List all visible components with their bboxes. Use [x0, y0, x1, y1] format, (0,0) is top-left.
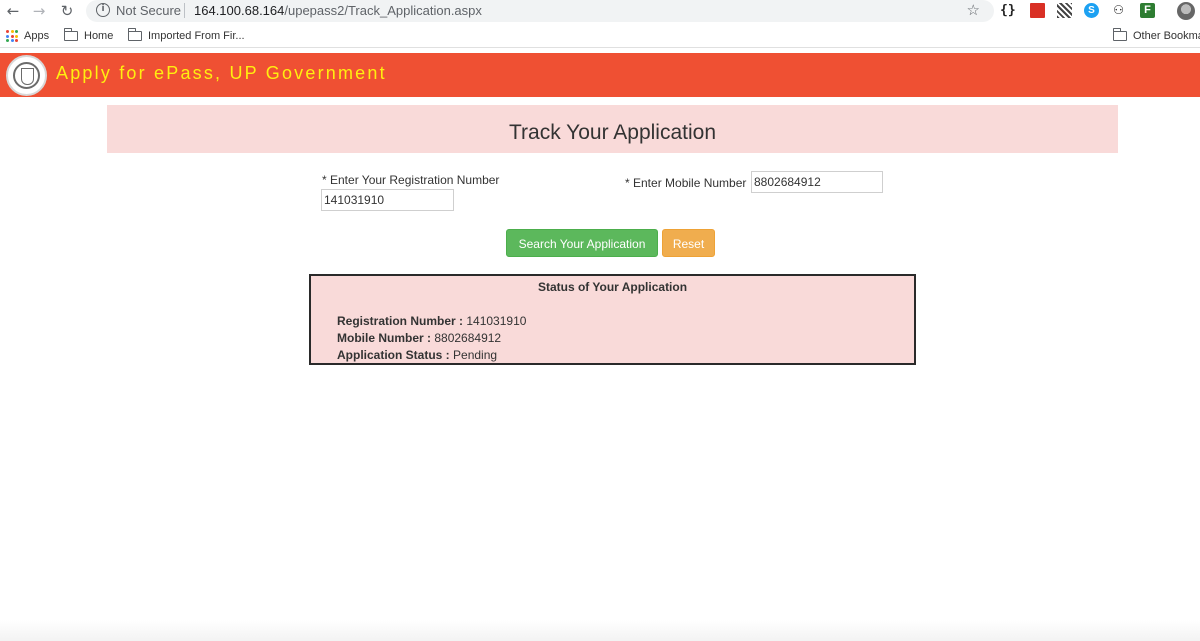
bookmark-apps-label: Apps [24, 30, 50, 42]
page-title-banner: Track Your Application [107, 105, 1118, 153]
qr-code-icon[interactable] [1057, 3, 1072, 18]
emblem-seal-icon [13, 62, 40, 89]
up-government-emblem-logo [6, 55, 47, 96]
bookmarks-bar: Apps Home Imported From Fir... Other Boo… [0, 26, 1200, 48]
address-divider [184, 3, 185, 18]
bookmark-other[interactable]: Other Bookmarks [1112, 28, 1200, 42]
mobile-number-label: * Enter Mobile Number [625, 176, 747, 190]
status-mobile-label: Mobile Number : [337, 331, 432, 345]
registration-number-input[interactable] [321, 189, 454, 211]
mobile-number-input[interactable] [751, 171, 883, 193]
page-bottom-edge [0, 620, 1200, 641]
registration-number-label: * Enter Your Registration Number [322, 173, 500, 187]
green-extension-icon[interactable]: F [1140, 3, 1155, 18]
apps-grid-dot [15, 34, 18, 38]
apps-grid-dot [10, 39, 14, 42]
info-icon[interactable]: i [96, 3, 110, 17]
bookmark-imported-label: Imported From Fir... [148, 30, 245, 42]
status-application-label: Application Status : [337, 348, 450, 362]
incognito-mask-icon[interactable]: ⚇ [1111, 3, 1126, 18]
url-path: /upepass2/Track_Application.aspx [284, 3, 482, 18]
browser-toolbar: ← → ↻ i Not Secure 164.100.68.164/upepas… [0, 0, 1200, 24]
bookmark-other-label: Other Bookmarks [1133, 30, 1200, 42]
url-text[interactable]: 164.100.68.164/upepass2/Track_Applicatio… [194, 3, 482, 18]
skype-icon[interactable]: S [1084, 3, 1099, 18]
application-status-panel: Status of Your Application Registration … [309, 274, 916, 365]
apps-grid-dot [6, 39, 9, 42]
apps-grid-dot [10, 30, 14, 33]
status-registration-row: Registration Number : 141031910 [337, 314, 526, 328]
status-mobile-row: Mobile Number : 8802684912 [337, 331, 501, 345]
folder-icon [127, 28, 142, 41]
status-application-value: Pending [453, 348, 498, 362]
profile-avatar[interactable] [1177, 2, 1195, 20]
url-host: 164.100.68.164 [194, 3, 285, 18]
apps-grid-dot [10, 34, 14, 38]
reset-button[interactable]: Reset [662, 229, 715, 257]
bookmark-home[interactable]: Home [63, 28, 114, 42]
status-registration-value: 141031910 [466, 314, 527, 328]
folder-icon [1112, 28, 1127, 41]
folder-icon [63, 28, 78, 41]
back-arrow-icon[interactable]: ← [4, 2, 22, 20]
apps-grid-dot [15, 30, 18, 33]
apps-grid-dot [6, 30, 9, 33]
apps-grid-icon [6, 30, 18, 42]
status-application-row: Application Status : Pending [337, 348, 497, 362]
bookmark-apps[interactable]: Apps [6, 30, 49, 42]
address-bar[interactable]: i Not Secure 164.100.68.164/upepass2/Tra… [86, 0, 994, 22]
bookmark-star-icon[interactable]: ☆ [967, 1, 980, 19]
status-heading: Status of Your Application [537, 280, 688, 294]
page-title: Track Your Application [508, 121, 717, 144]
status-registration-label: Registration Number : [337, 314, 464, 328]
red-extension-icon[interactable] [1030, 3, 1045, 18]
search-application-button[interactable]: Search Your Application [506, 229, 658, 257]
app-header: Apply for ePass, UP Government [0, 53, 1200, 97]
apps-grid-dot [6, 34, 9, 38]
bookmark-imported[interactable]: Imported From Fir... [127, 28, 245, 42]
status-mobile-value: 8802684912 [434, 331, 502, 345]
app-title: Apply for ePass, UP Government [56, 63, 387, 83]
reload-icon[interactable]: ↻ [58, 2, 76, 20]
security-status[interactable]: Not Secure [116, 3, 181, 18]
bookmark-home-label: Home [84, 30, 114, 42]
forward-arrow-icon[interactable]: → [30, 2, 48, 20]
json-viewer-icon[interactable]: {} [1000, 3, 1016, 18]
apps-grid-dot [15, 39, 18, 42]
